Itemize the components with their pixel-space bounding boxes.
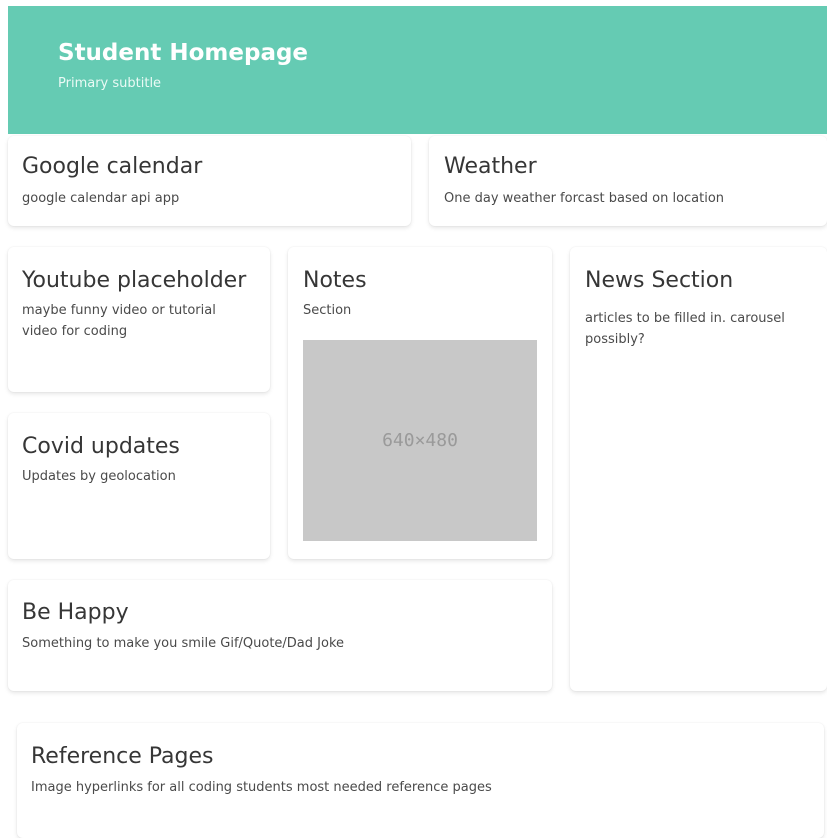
covid-updates-subtitle: Updates by geolocation — [22, 469, 176, 484]
notes-title: Notes — [303, 268, 367, 293]
notes-image-placeholder: 640×480 — [303, 340, 537, 541]
news-section-subtitle: articles to be filled in. carousel possi… — [585, 311, 785, 347]
be-happy-title: Be Happy — [22, 600, 129, 625]
news-section-title: News Section — [585, 268, 734, 293]
google-calendar-subtitle: google calendar api app — [22, 191, 180, 206]
reference-pages-title: Reference Pages — [31, 744, 214, 769]
covid-updates-card: Covid updates Updates by geolocation — [8, 413, 270, 559]
reference-pages-subtitle: Image hyperlinks for all coding students… — [31, 780, 492, 795]
weather-title: Weather — [444, 154, 537, 179]
covid-updates-title: Covid updates — [22, 434, 180, 459]
be-happy-subtitle: Something to make you smile Gif/Quote/Da… — [22, 636, 345, 651]
youtube-card: Youtube placeholder maybe funny video or… — [8, 247, 270, 392]
hero-banner: Student Homepage Primary subtitle — [8, 6, 827, 134]
image-placeholder-label: 640×480 — [382, 430, 458, 451]
news-section-card: News Section articles to be filled in. c… — [570, 247, 827, 691]
page-subtitle: Primary subtitle — [58, 76, 162, 91]
notes-subtitle: Section — [303, 303, 352, 318]
weather-card: Weather One day weather forcast based on… — [429, 136, 827, 226]
be-happy-card: Be Happy Something to make you smile Gif… — [8, 580, 552, 691]
notes-card: Notes Section 640×480 — [288, 247, 552, 559]
page-title: Student Homepage — [58, 40, 309, 66]
google-calendar-card: Google calendar google calendar api app — [8, 136, 411, 226]
reference-pages-card: Reference Pages Image hyperlinks for all… — [17, 723, 824, 838]
google-calendar-title: Google calendar — [22, 154, 203, 179]
weather-subtitle: One day weather forcast based on locatio… — [444, 191, 725, 206]
youtube-subtitle: maybe funny video or tutorial video for … — [22, 303, 216, 339]
youtube-title: Youtube placeholder — [22, 268, 247, 293]
